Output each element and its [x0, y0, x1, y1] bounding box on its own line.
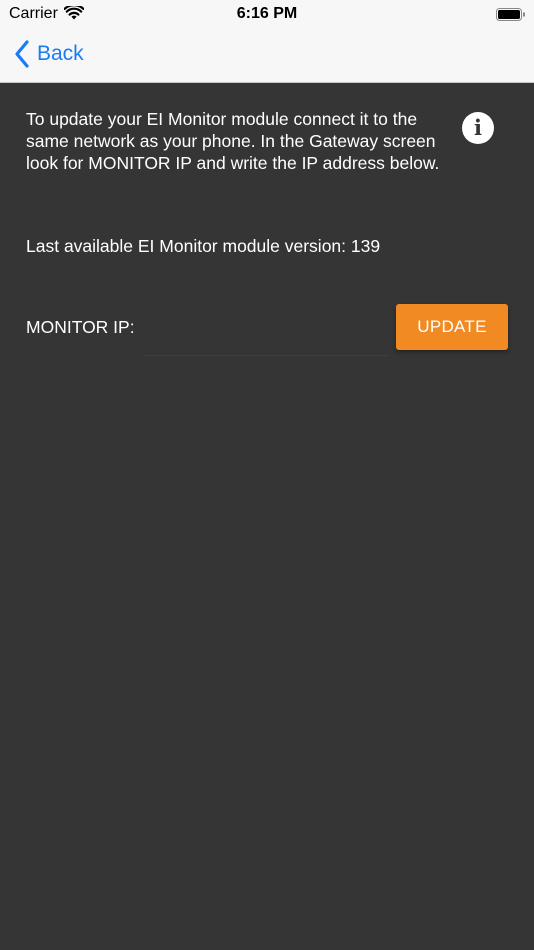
info-icon[interactable]: i — [462, 112, 494, 144]
update-monitor-screen: Carrier 6:16 PM Back To update your EI M… — [0, 0, 534, 950]
update-button[interactable]: UPDATE — [396, 304, 508, 350]
info-glyph: i — [474, 115, 482, 140]
back-button[interactable]: Back — [14, 39, 84, 69]
chevron-left-icon — [15, 40, 29, 68]
navigation-bar: Back — [0, 28, 534, 83]
back-label: Back — [37, 42, 84, 65]
status-bar: Carrier 6:16 PM — [0, 0, 534, 28]
update-instructions: To update your EI Monitor module connect… — [26, 109, 440, 173]
battery-icon — [496, 8, 525, 21]
monitor-ip-input[interactable] — [143, 300, 388, 356]
status-time: 6:16 PM — [236, 5, 298, 22]
module-version-text: Last available EI Monitor module version… — [26, 236, 381, 256]
header: Carrier 6:16 PM Back — [0, 0, 534, 83]
monitor-ip-label: MONITOR IP: — [26, 317, 135, 337]
